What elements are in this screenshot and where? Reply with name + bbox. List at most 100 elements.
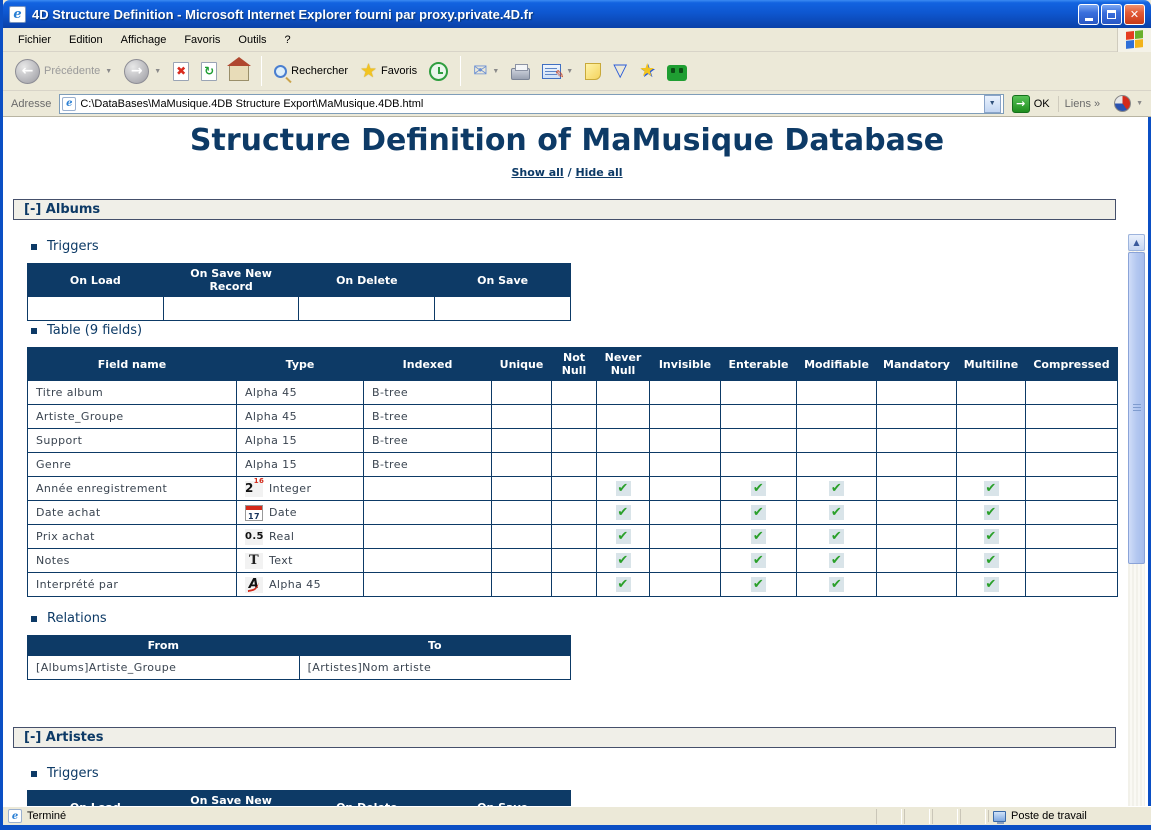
back-button[interactable]: ← Précédente ▼ [11,56,116,87]
field-modifiable-cell: ✔ [797,525,877,549]
pdf-button[interactable]: ▼ [1110,92,1147,115]
home-icon [229,65,249,81]
forward-button[interactable]: → ▼ [120,56,165,87]
field-invisible-cell [650,549,721,573]
field-invisible-cell [650,429,721,453]
column-header: On Save New Record [163,264,299,297]
field-name-cell: Notes [28,549,237,573]
field-enterable-cell: ✔ [721,525,797,549]
go-button[interactable]: → OK [1008,94,1054,114]
check-icon: ✔ [751,577,766,592]
section-header-artistes[interactable]: [-] Artistes [13,727,1116,748]
field-never_null-cell [597,405,650,429]
search-icon [274,65,287,78]
field-indexed-cell: B-tree [364,405,492,429]
history-icon [429,62,448,81]
section-header-albums[interactable]: [-] Albums [13,199,1116,220]
menu-help[interactable]: ? [276,30,300,50]
back-label: Précédente [44,65,100,77]
mail-dropdown-icon[interactable]: ▼ [492,68,499,75]
favorites-button[interactable]: ★ Favoris [356,59,421,84]
status-zone: Poste de travail [988,810,1148,822]
field-type-cell: Alpha 45 [237,405,364,429]
field-multiline-cell: ✔ [957,573,1026,597]
field-compressed-cell [1026,501,1118,525]
go-label: OK [1034,98,1050,110]
robot-button[interactable] [663,59,691,84]
search-button[interactable]: Rechercher [270,62,352,81]
column-header: Field name [28,348,237,381]
field-invisible-cell [650,525,721,549]
field-invisible-cell [650,501,721,525]
scrollbar-thumb[interactable] [1128,252,1145,564]
minimize-button[interactable] [1078,4,1099,25]
table-cell [299,297,435,321]
address-bar: Adresse e C:\DataBases\MaMusique.4DB Str… [3,91,1151,117]
field-mandatory-cell [877,549,957,573]
stop-button[interactable]: ✖ [169,59,193,84]
alpha-icon: A [245,577,263,593]
field-mandatory-cell [877,501,957,525]
column-header: On Load [28,264,164,297]
menu-fichier[interactable]: Fichier [9,30,60,50]
pdf-dropdown-icon[interactable]: ▼ [1136,100,1143,107]
links-menu[interactable]: Liens » [1058,96,1106,112]
refresh-button[interactable]: ↻ [197,59,221,84]
menu-affichage[interactable]: Affichage [112,30,176,50]
field-indexed-cell [364,525,492,549]
field-type-cell: TText [237,549,364,573]
menu-favoris[interactable]: Favoris [175,30,229,50]
address-value[interactable]: C:\DataBases\MaMusique.4DB Structure Exp… [80,98,979,110]
check-icon: ✔ [984,481,999,496]
check-icon: ✔ [616,481,631,496]
search-label: Rechercher [291,65,348,77]
mail-button[interactable]: ✉ ▼ [469,60,503,83]
home-button[interactable] [225,58,253,84]
forward-dropdown-icon[interactable]: ▼ [154,68,161,75]
show-all-link[interactable]: Show all [511,166,563,179]
scroll-up-button[interactable]: ▲ [1128,234,1145,251]
field-not_null-cell [552,381,597,405]
field-enterable-cell [721,381,797,405]
field-compressed-cell [1026,549,1118,573]
table-row: [Albums]Artiste_Groupe [Artistes]Nom art… [28,656,571,680]
field-multiline-cell [957,429,1026,453]
funnel-icon: ▽ [613,62,627,80]
field-never_null-cell [597,381,650,405]
address-dropdown-icon[interactable]: ▼ [984,95,1001,113]
field-modifiable-cell: ✔ [797,477,877,501]
edit-button[interactable]: ▼ [538,61,577,82]
field-indexed-cell [364,501,492,525]
history-button[interactable] [425,59,452,84]
column-header: On Delete [299,791,435,807]
vertical-scrollbar[interactable]: ▲ ▼ [1128,234,1145,830]
field-multiline-cell: ✔ [957,501,1026,525]
field-not_null-cell [552,429,597,453]
menu-edition[interactable]: Edition [60,30,112,50]
column-header: Invisible [650,348,721,381]
column-header: Never Null [597,348,650,381]
discuss-button[interactable] [581,60,605,83]
status-pane [932,809,958,824]
field-multiline-cell [957,453,1026,477]
mail-icon: ✉ [473,63,487,80]
edit-dropdown-icon[interactable]: ▼ [566,68,573,75]
messenger-button[interactable]: ★ [635,59,659,83]
filter-button[interactable]: ▽ [609,59,631,83]
menu-outils[interactable]: Outils [229,30,275,50]
field-type-label: Alpha 45 [269,578,321,591]
hide-all-link[interactable]: Hide all [575,166,622,179]
status-zone-label: Poste de travail [1011,810,1087,822]
status-left: e Terminé [6,809,66,823]
print-button[interactable] [507,60,534,83]
back-dropdown-icon[interactable]: ▼ [105,68,112,75]
link-separator: / [568,166,572,179]
address-field[interactable]: e C:\DataBases\MaMusique.4DB Structure E… [59,94,1003,114]
close-button[interactable]: ✕ [1124,4,1145,25]
text-icon: T [245,553,263,569]
field-compressed-cell [1026,573,1118,597]
maximize-button[interactable] [1101,4,1122,25]
edit-icon [542,64,561,79]
field-type-cell: A Alpha 45 [237,573,364,597]
column-header: Unique [492,348,552,381]
